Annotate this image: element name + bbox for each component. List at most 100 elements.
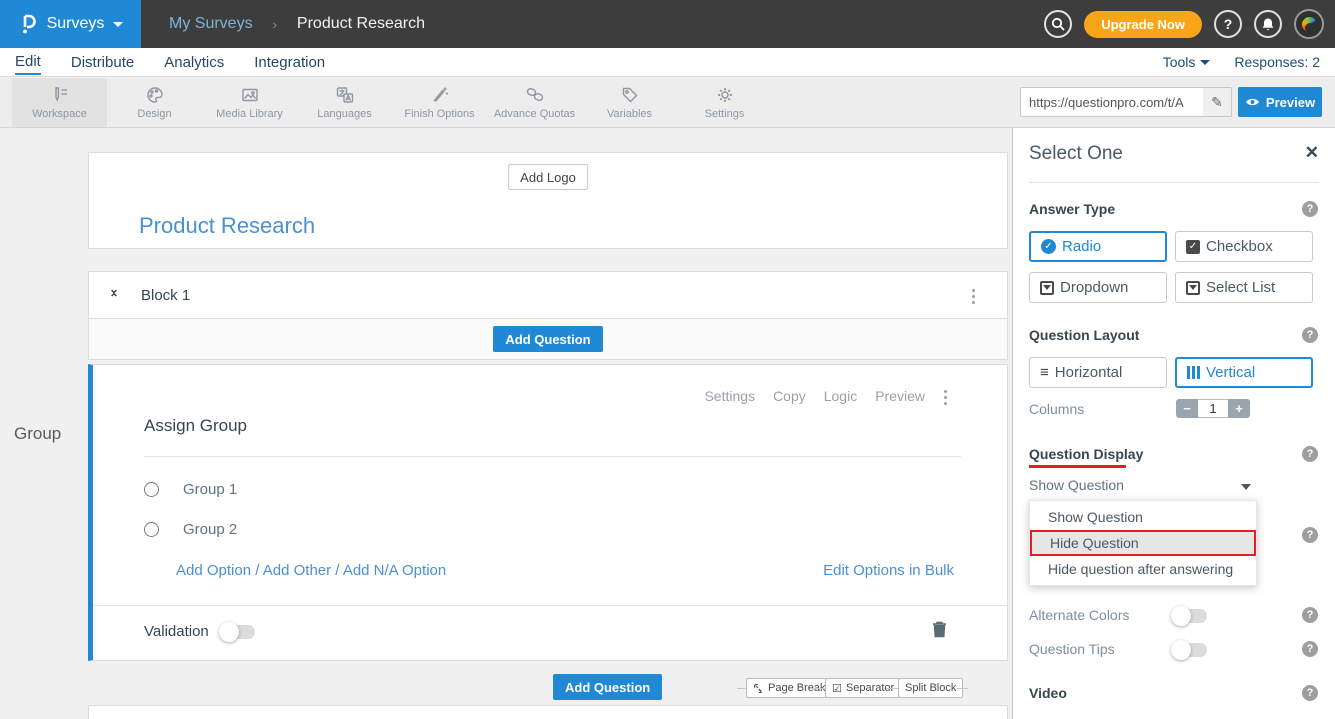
columns-value-input[interactable] bbox=[1198, 399, 1228, 418]
survey-url-input[interactable] bbox=[1021, 95, 1203, 110]
option-label[interactable]: Group 2 bbox=[183, 521, 237, 538]
close-icon[interactable]: ✕ bbox=[1305, 143, 1319, 163]
upgrade-now-button[interactable]: Upgrade Now bbox=[1084, 11, 1202, 38]
eye-icon bbox=[1245, 97, 1260, 107]
tab-analytics[interactable]: Analytics bbox=[164, 49, 224, 75]
question-settings-link[interactable]: Settings bbox=[704, 388, 755, 404]
alternate-colors-help-icon[interactable]: ? bbox=[1302, 607, 1318, 623]
preview-button[interactable]: Preview bbox=[1238, 87, 1322, 117]
toolbar-item-design[interactable]: Design bbox=[107, 78, 202, 127]
breadcrumb-separator: › bbox=[273, 17, 277, 32]
dropdown-box-icon bbox=[1040, 281, 1054, 295]
question-preview-link[interactable]: Preview bbox=[875, 388, 925, 404]
toolbar-item-workspace[interactable]: Workspace bbox=[12, 78, 107, 127]
chevron-down-icon bbox=[113, 22, 123, 27]
question-actions: Settings Copy Logic Preview bbox=[704, 388, 925, 404]
validation-toggle[interactable] bbox=[221, 625, 255, 639]
responses-count[interactable]: Responses: 2 bbox=[1234, 54, 1320, 70]
image-icon bbox=[240, 85, 260, 105]
edit-options-in-bulk-link[interactable]: Edit Options in Bulk bbox=[823, 562, 954, 579]
add-question-button-top[interactable]: Add Question bbox=[493, 326, 602, 352]
question-copy-link[interactable]: Copy bbox=[773, 388, 806, 404]
question-title[interactable]: Assign Group bbox=[144, 416, 247, 436]
notifications-button[interactable] bbox=[1254, 10, 1282, 38]
survey-canvas: Group Add Logo Product Research ⌄⌃ Block… bbox=[0, 128, 1012, 719]
gear-icon bbox=[715, 85, 735, 105]
add-logo-button[interactable]: Add Logo bbox=[508, 164, 588, 190]
answer-type-select-list-button[interactable]: Select List bbox=[1175, 272, 1313, 303]
columns-decrement-button[interactable]: − bbox=[1176, 399, 1198, 418]
annotation-underline bbox=[1029, 465, 1126, 468]
add-option-link[interactable]: Add Option bbox=[176, 562, 251, 579]
answer-type-checkbox-button[interactable]: ✓ Checkbox bbox=[1175, 231, 1313, 262]
select-caret-icon[interactable] bbox=[1241, 484, 1251, 490]
menu-item-hide-question[interactable]: Hide Question bbox=[1030, 530, 1256, 556]
delete-question-trash-icon[interactable] bbox=[932, 620, 947, 643]
link-separator: / bbox=[331, 562, 343, 579]
question-logic-link[interactable]: Logic bbox=[824, 388, 857, 404]
survey-title[interactable]: Product Research bbox=[139, 213, 315, 239]
search-button[interactable] bbox=[1044, 10, 1072, 38]
question-display-help-icon[interactable]: ? bbox=[1302, 446, 1318, 462]
edit-url-pencil-icon[interactable]: ✎ bbox=[1203, 88, 1231, 116]
layout-horizontal-button[interactable]: ≡ Horizontal bbox=[1029, 357, 1167, 388]
answer-type-radio-button[interactable]: ✓ Radio bbox=[1029, 231, 1167, 262]
alternate-colors-toggle[interactable] bbox=[1173, 609, 1207, 623]
breadcrumb-my-surveys[interactable]: My Surveys bbox=[169, 15, 253, 33]
next-block-edge bbox=[88, 705, 1008, 719]
question-display-select[interactable]: Show Question bbox=[1029, 477, 1247, 497]
editor-toolbar: Workspace Design Media Library Languages bbox=[0, 78, 1335, 128]
toolbar-item-variables[interactable]: Variables bbox=[582, 78, 677, 127]
questionpro-survey-editor: Surveys My Surveys › Product Research Up… bbox=[0, 0, 1335, 719]
connector-line bbox=[737, 688, 746, 689]
question-layout-label: Question Layout bbox=[1029, 327, 1139, 343]
video-help-icon[interactable]: ? bbox=[1302, 685, 1318, 701]
split-block-button[interactable]: Split Block bbox=[898, 678, 963, 698]
horizontal-bars-icon: ≡ bbox=[1040, 365, 1049, 380]
topbar-actions: Upgrade Now ? bbox=[1044, 0, 1324, 48]
help-button[interactable]: ? bbox=[1214, 10, 1242, 38]
toolbar-item-media-library[interactable]: Media Library bbox=[202, 78, 297, 127]
question-tips-toggle[interactable] bbox=[1173, 643, 1207, 657]
breadcrumb-current-survey: Product Research bbox=[297, 15, 425, 33]
radio-option-2[interactable] bbox=[144, 522, 159, 537]
add-other-link[interactable]: Add Other bbox=[263, 562, 331, 579]
toolbar-item-languages[interactable]: Languages bbox=[297, 78, 392, 127]
tab-integration[interactable]: Integration bbox=[254, 49, 325, 75]
collapse-block-icon[interactable]: ⌄⌃ bbox=[109, 285, 119, 303]
vertical-bars-icon bbox=[1187, 366, 1200, 379]
toolbar-item-settings[interactable]: Settings bbox=[677, 78, 772, 127]
add-question-button-bottom[interactable]: Add Question bbox=[553, 674, 662, 700]
option-label[interactable]: Group 1 bbox=[183, 481, 237, 498]
checkbox-icon: ✓ bbox=[1186, 240, 1200, 254]
answer-option-row: Group 1 bbox=[144, 481, 237, 498]
layout-vertical-button[interactable]: Vertical bbox=[1175, 357, 1313, 388]
columns-increment-button[interactable]: + bbox=[1228, 399, 1250, 418]
connector-line bbox=[812, 688, 825, 689]
block-menu-dots-icon[interactable] bbox=[972, 289, 975, 304]
product-switcher[interactable]: Surveys bbox=[0, 0, 141, 48]
account-avatar[interactable] bbox=[1294, 9, 1324, 39]
breadcrumb: My Surveys › Product Research bbox=[169, 15, 425, 33]
menu-item-hide-after-answering[interactable]: Hide question after answering bbox=[1030, 556, 1256, 582]
question-card: Settings Copy Logic Preview Assign Group… bbox=[88, 364, 1008, 661]
translate-icon bbox=[335, 85, 355, 105]
toolbar-item-advance-quotas[interactable]: Advance Quotas bbox=[487, 78, 582, 127]
answer-type-help-icon[interactable]: ? bbox=[1302, 201, 1318, 217]
connector-line bbox=[957, 688, 968, 689]
hidden-section-help-icon[interactable]: ? bbox=[1302, 527, 1318, 543]
add-na-option-link[interactable]: Add N/A Option bbox=[343, 562, 446, 579]
question-menu-dots-icon[interactable] bbox=[944, 390, 947, 405]
tab-distribute[interactable]: Distribute bbox=[71, 49, 134, 75]
question-tips-help-icon[interactable]: ? bbox=[1302, 641, 1318, 657]
tab-edit[interactable]: Edit bbox=[15, 49, 41, 75]
survey-url-box: ✎ bbox=[1020, 87, 1232, 117]
answer-type-dropdown-button[interactable]: Dropdown bbox=[1029, 272, 1167, 303]
radio-option-1[interactable] bbox=[144, 482, 159, 497]
question-layout-help-icon[interactable]: ? bbox=[1302, 327, 1318, 343]
tools-menu[interactable]: Tools bbox=[1163, 54, 1211, 70]
block-title[interactable]: Block 1 bbox=[141, 287, 190, 304]
toolbar-item-finish-options[interactable]: Finish Options bbox=[392, 78, 487, 127]
menu-item-show-question[interactable]: Show Question bbox=[1030, 504, 1256, 530]
question-footer-divider bbox=[93, 605, 1007, 606]
